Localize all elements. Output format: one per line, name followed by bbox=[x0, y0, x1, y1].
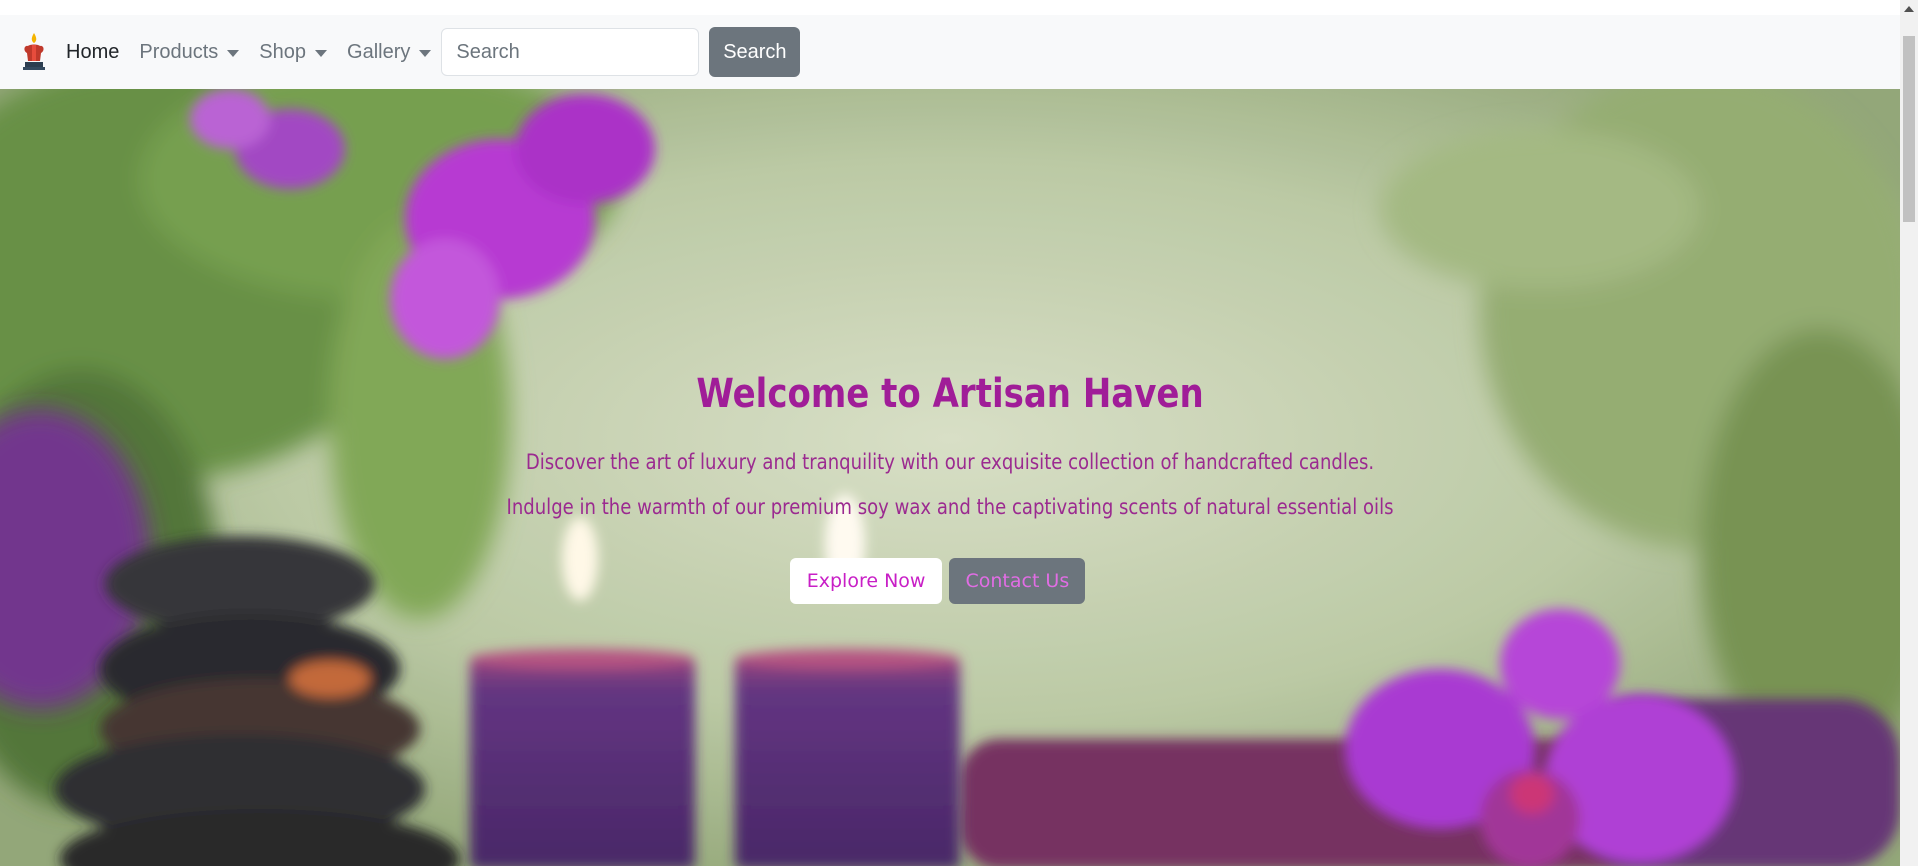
navbar: Home Products Shop Gallery Search bbox=[0, 15, 1900, 89]
scroll-up-arrow-icon[interactable] bbox=[1904, 6, 1914, 12]
nav-products[interactable]: Products bbox=[139, 40, 240, 64]
nav-shop[interactable]: Shop bbox=[259, 40, 328, 64]
contact-us-button[interactable]: Contact Us bbox=[949, 558, 1086, 604]
nav-products-label: Products bbox=[139, 40, 219, 63]
nav-home[interactable]: Home bbox=[66, 41, 119, 64]
candle-logo-icon bbox=[23, 33, 45, 70]
hero-tagline-1: Discover the art of luxury and tranquili… bbox=[525, 450, 1375, 474]
nav-gallery[interactable]: Gallery bbox=[347, 40, 432, 64]
hero-buttons: Explore Now Contact Us bbox=[0, 558, 1900, 604]
page-scrollbar[interactable] bbox=[1900, 0, 1918, 866]
search-input[interactable] bbox=[441, 28, 700, 76]
hero-tagline-2: Indulge in the warmth of our premium soy… bbox=[506, 495, 1394, 519]
nav-home-label: Home bbox=[66, 40, 120, 63]
scrollbar-thumb[interactable] bbox=[1903, 36, 1915, 222]
chevron-down-icon bbox=[419, 49, 432, 57]
hero-background-image bbox=[0, 89, 1900, 866]
nav-shop-label: Shop bbox=[259, 40, 307, 63]
explore-now-button[interactable]: Explore Now bbox=[789, 558, 943, 604]
top-strip bbox=[0, 0, 1900, 15]
chevron-down-icon bbox=[315, 49, 328, 57]
nav-gallery-label: Gallery bbox=[347, 40, 411, 63]
brand-logo[interactable] bbox=[18, 30, 50, 74]
search-button[interactable]: Search bbox=[709, 27, 801, 77]
hero-section: Welcome to Artisan Haven Discover the ar… bbox=[0, 89, 1900, 866]
hero-title: Welcome to Artisan Haven bbox=[696, 371, 1204, 417]
chevron-down-icon bbox=[227, 49, 240, 57]
